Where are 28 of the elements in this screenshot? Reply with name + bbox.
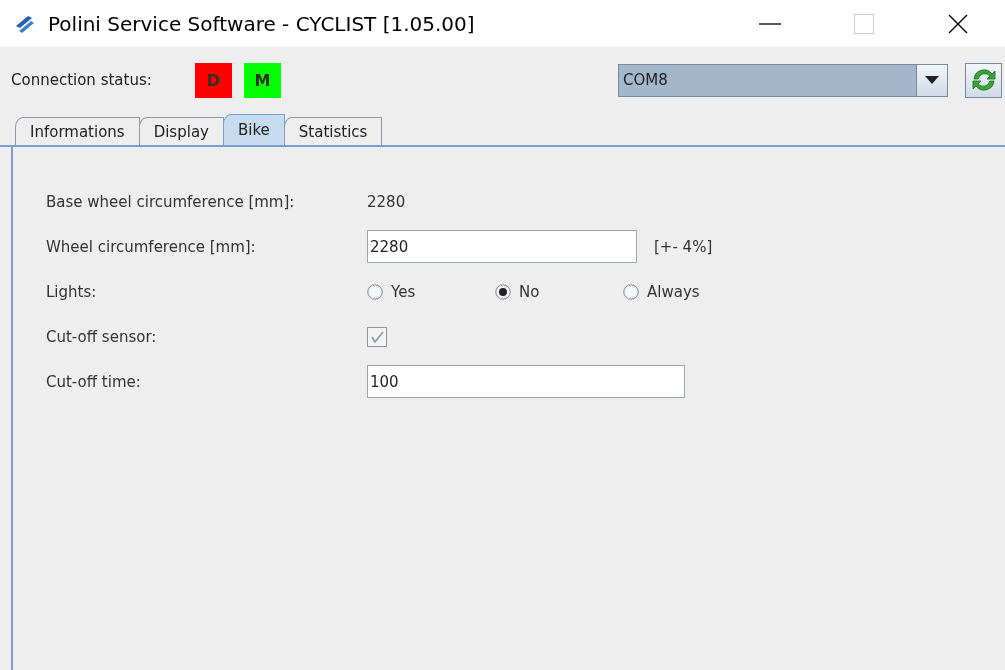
radio-button[interactable]	[623, 283, 639, 300]
field-label: Base wheel circumference [mm]:	[46, 192, 296, 211]
port-dropdown[interactable]: COM8	[618, 63, 948, 97]
field-label: Wheel circumference [mm]:	[46, 237, 257, 256]
radio-option[interactable]: No	[495, 282, 623, 301]
radio-button[interactable]	[495, 283, 511, 300]
range-hint: [+- 4%]	[654, 237, 713, 256]
input-field[interactable]: 100	[367, 365, 685, 398]
field-label: Cut-off sensor:	[46, 327, 158, 346]
status-indicator: D	[195, 62, 232, 98]
field-value: 2280	[367, 192, 406, 211]
status-indicator: M	[244, 62, 281, 98]
window-title: Polini Service Software - CYCLIST [1.05.00]	[48, 11, 476, 36]
radio-option[interactable]: Always	[623, 282, 751, 301]
input-field[interactable]: 2280	[367, 230, 637, 263]
connection-status-label: Connection status:	[11, 71, 153, 89]
tab[interactable]: Bike	[222, 114, 285, 145]
refresh-button[interactable]	[965, 62, 1002, 98]
radio-button[interactable]	[367, 283, 383, 300]
tab[interactable]: Statistics	[283, 117, 383, 145]
close-icon[interactable]	[948, 13, 968, 34]
caret-icon	[925, 76, 939, 84]
field-label: Lights:	[46, 282, 98, 301]
app-logo-icon	[14, 13, 36, 34]
radio-option[interactable]: Yes	[367, 282, 495, 301]
refresh-icon	[969, 66, 998, 94]
field-label: Cut-off time:	[46, 372, 142, 391]
tab[interactable]: Informations	[15, 117, 140, 145]
